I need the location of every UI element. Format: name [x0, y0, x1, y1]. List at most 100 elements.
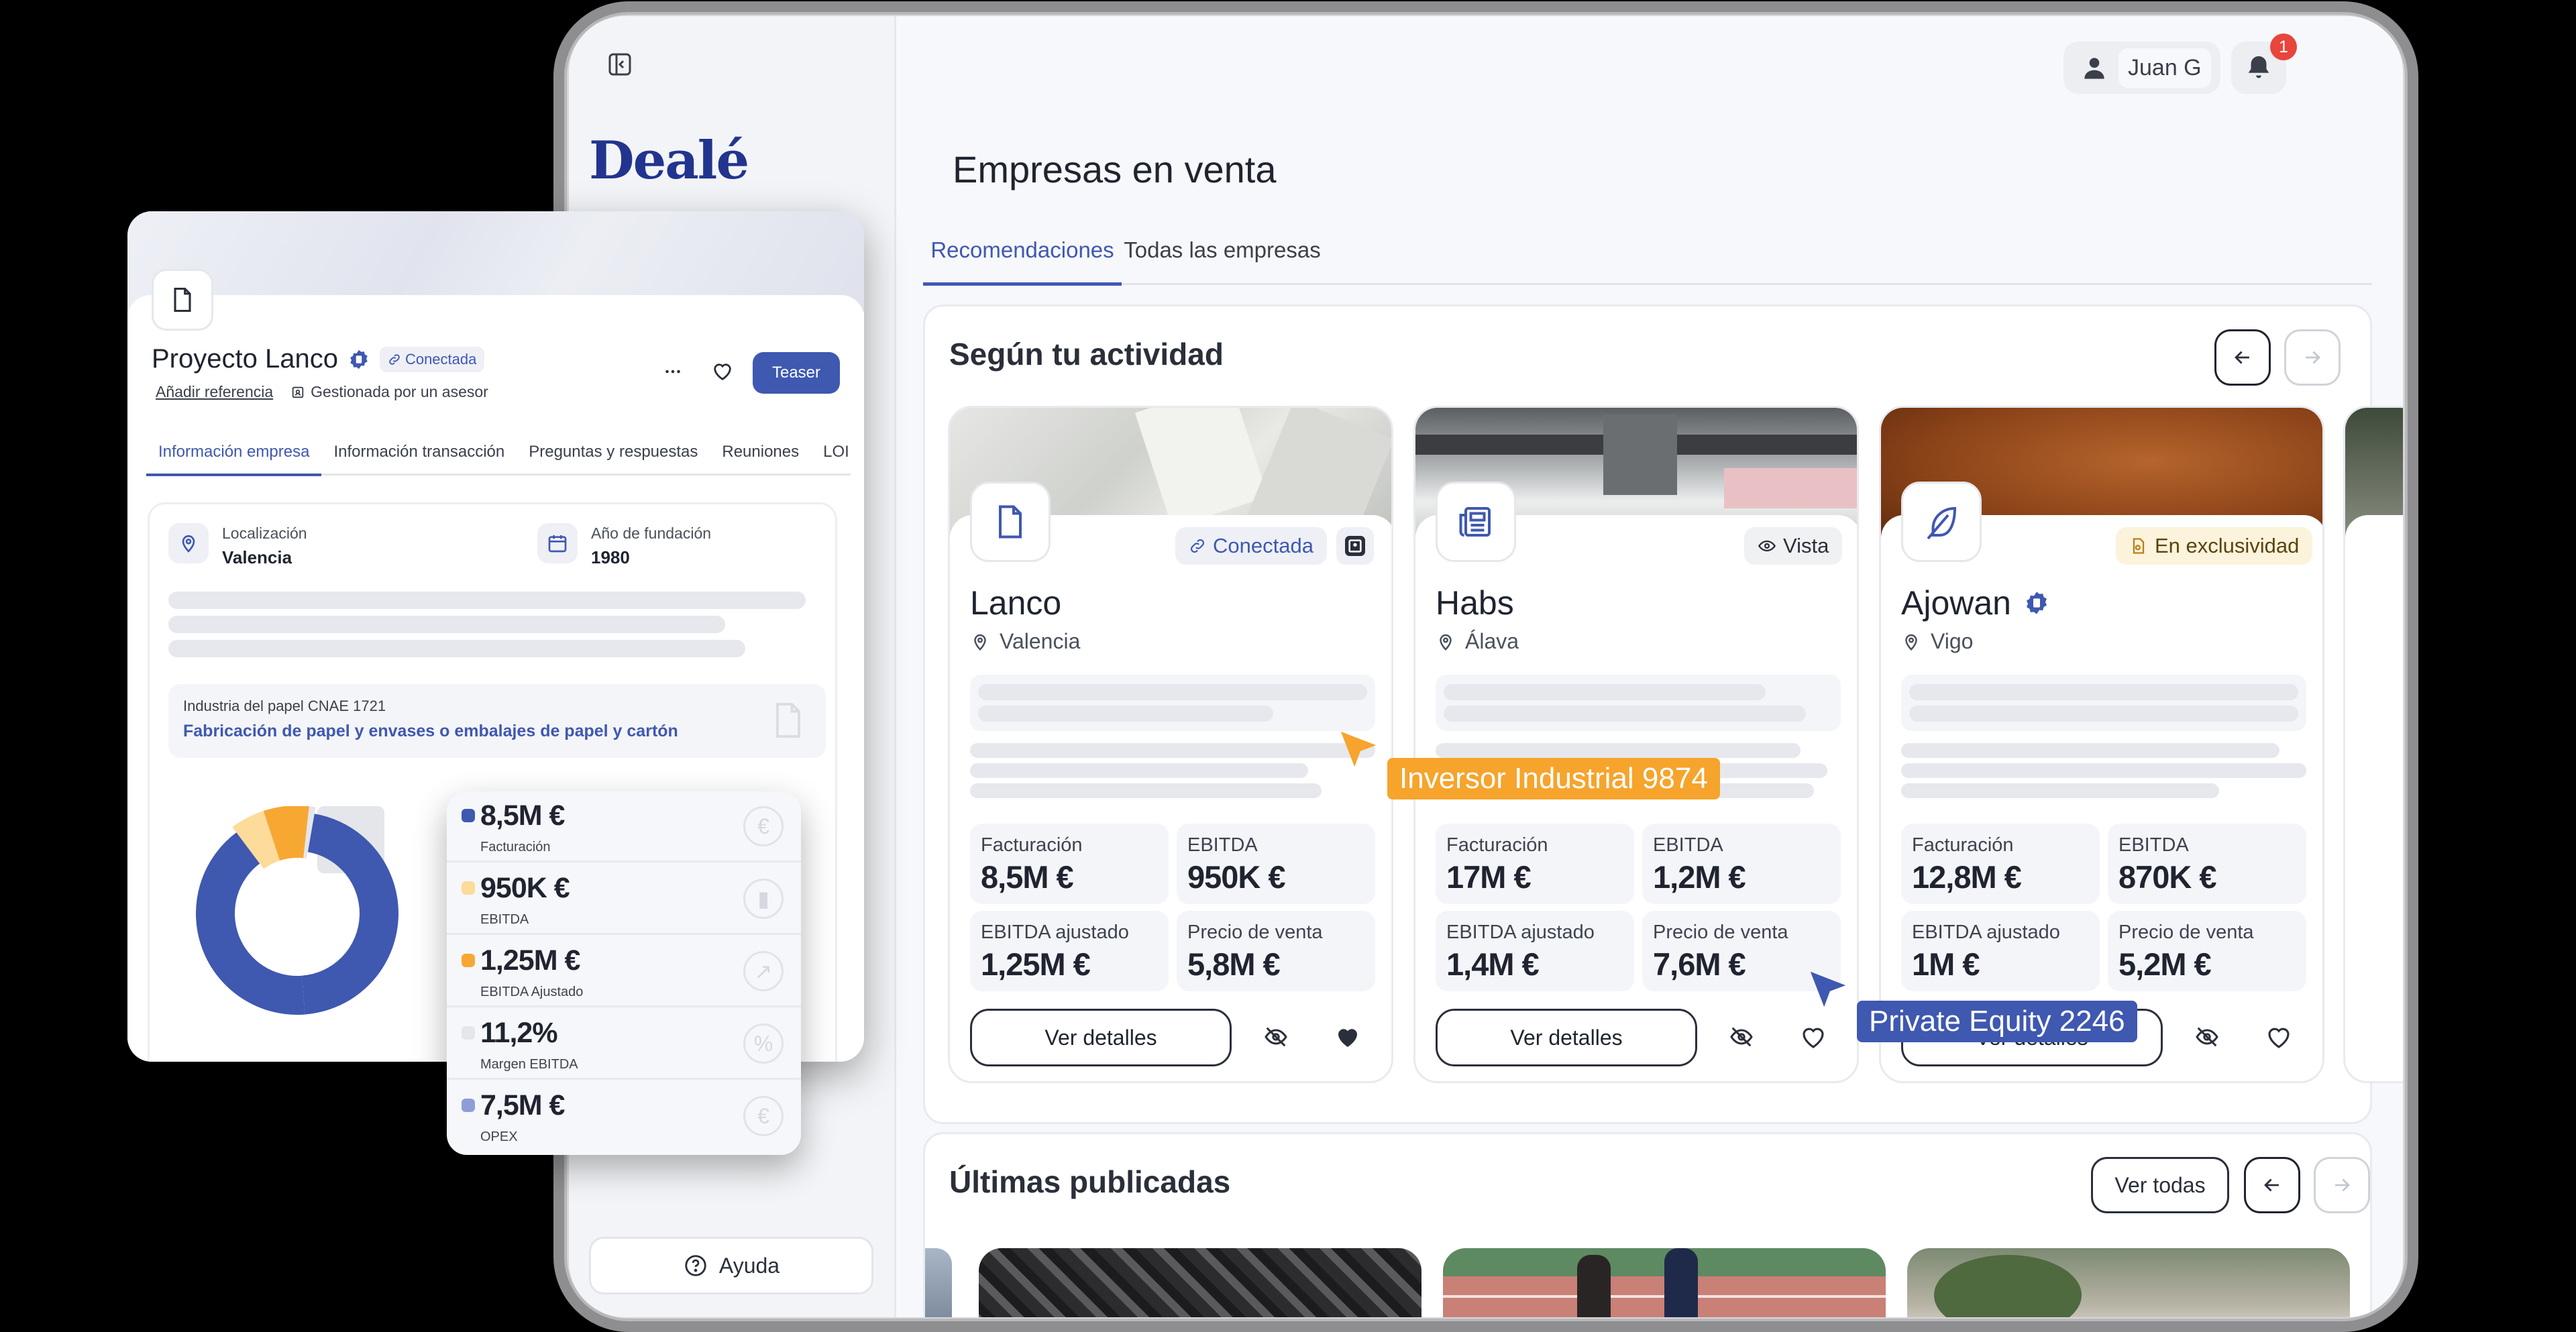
- arrow-left-icon: [2231, 346, 2254, 369]
- tab-todas-las-empresas[interactable]: Todas las empresas: [1122, 237, 1323, 286]
- metric-box: EBITDA ajustado 1M €: [1901, 911, 2100, 991]
- financial-row: 11,2% Margen EBITDA%: [447, 1009, 801, 1080]
- notification-badge: 1: [2270, 34, 2297, 60]
- latest-section: Últimas publicadas Ver todas: [923, 1132, 2372, 1317]
- text-placeholder: [1436, 743, 1801, 758]
- location-label: Localización: [222, 524, 307, 542]
- add-reference-link[interactable]: Añadir referencia: [156, 383, 273, 401]
- calendar-icon-box: [537, 523, 578, 563]
- donut-slice-margen-ebitda: [303, 806, 316, 859]
- industry-value: Fabricación de papel y envases o embalaj…: [183, 722, 678, 740]
- founded-label: Año de fundación: [591, 524, 712, 542]
- teaser-button[interactable]: Teaser: [753, 352, 840, 394]
- carousel-prev-button[interactable]: [2244, 1157, 2300, 1213]
- carousel-next-button[interactable]: [2284, 329, 2341, 386]
- location-pin-icon: [1901, 632, 1921, 652]
- company-avatar: [1436, 482, 1516, 562]
- card-cover-image: [925, 1248, 952, 1317]
- panel-tab-transaccion[interactable]: Información transacción: [321, 443, 517, 476]
- project-title: Proyecto Lanco: [152, 344, 338, 374]
- company-card-partial[interactable]: [2343, 406, 2403, 1083]
- link-icon: [388, 353, 401, 366]
- metric-label: EBITDA ajustado: [1912, 922, 2060, 943]
- carousel-next-button[interactable]: [2314, 1157, 2370, 1213]
- company-card[interactable]: Vista Habs Álava Facturación 17M € EBITDA…: [1413, 406, 1859, 1083]
- see-all-button[interactable]: Ver todas: [2091, 1157, 2229, 1213]
- location-label: Vigo: [1931, 629, 1974, 653]
- company-card[interactable]: En exclusividad Ajowan Vigo Facturación …: [1879, 406, 2324, 1083]
- metric-value: 8,5M €: [981, 859, 1074, 895]
- arrow-right-icon: [2301, 346, 2324, 369]
- location-label: Valencia: [1000, 629, 1081, 653]
- euro-icon: €: [743, 806, 784, 846]
- user-icon: [2080, 53, 2109, 82]
- project-title-row: Proyecto Lanco Conectada: [152, 344, 485, 374]
- location-label: Álava: [1465, 629, 1519, 653]
- cursor-label: Private Equity 2246: [1857, 1001, 2137, 1042]
- carousel-prev-button[interactable]: [2214, 329, 2271, 386]
- cursor-inversor: [1335, 726, 1382, 776]
- help-button[interactable]: Ayuda: [589, 1237, 873, 1294]
- company-avatar: [1901, 482, 1982, 562]
- metric-value: 5,8M €: [1187, 946, 1281, 982]
- financial-row: 8,5M € Facturación €: [447, 791, 801, 863]
- help-label: Ayuda: [718, 1253, 780, 1278]
- document-icon: [990, 502, 1030, 542]
- feather-icon: [1921, 502, 1962, 542]
- hide-icon[interactable]: [1728, 1023, 1755, 1050]
- cursor-private-equity: [1805, 966, 1851, 1016]
- see-details-button[interactable]: Ver detalles: [970, 1009, 1232, 1066]
- text-placeholder: [1901, 763, 2306, 778]
- financial-value: 8,5M €: [480, 799, 565, 832]
- industry-document-icon: [767, 696, 810, 744]
- heart-icon[interactable]: [711, 360, 734, 383]
- legend-swatch: [462, 1099, 475, 1112]
- arrow-right-icon: [2330, 1174, 2353, 1197]
- company-location: Vigo: [1901, 629, 1973, 654]
- tab-label: Todas las empresas: [1124, 237, 1321, 262]
- tab-recomendaciones[interactable]: Recomendaciones: [923, 237, 1122, 286]
- company-name: Habs: [1436, 584, 1514, 622]
- collapse-sidebar-icon[interactable]: [606, 51, 633, 78]
- panel-tab-empresa[interactable]: Información empresa: [146, 443, 322, 476]
- founded-value: 1980: [591, 547, 630, 567]
- industry-box: Industria del papel CNAE 1721 Fabricació…: [168, 684, 826, 758]
- financial-row: 7,5M € OPEX €: [447, 1081, 801, 1152]
- metric-value: 7,6M €: [1653, 946, 1746, 982]
- panel-tabs: Información empresa Información transacc…: [146, 443, 861, 476]
- company-card[interactable]: Conectada Lanco Valencia Facturación 8,5M: [948, 406, 1393, 1083]
- heart-filled-icon[interactable]: [1334, 1023, 1362, 1052]
- metric-value: 17M €: [1446, 859, 1532, 895]
- donut-slice-ebitda-ajustado: [263, 806, 309, 861]
- user-menu[interactable]: Juan G: [2063, 42, 2220, 94]
- link-icon: [1189, 537, 1206, 555]
- panel-tab-preguntas[interactable]: Preguntas y respuestas: [517, 443, 710, 476]
- heart-icon[interactable]: [2265, 1023, 2293, 1052]
- card-cover-image: [979, 1248, 1421, 1317]
- badge-label: En exclusividad: [2155, 534, 2300, 557]
- verified-badge-icon: [347, 348, 370, 371]
- metric-value: 950K €: [1187, 859, 1286, 895]
- metric-label: EBITDA: [2118, 834, 2189, 856]
- metric-label: Precio de venta: [1653, 922, 1788, 943]
- panel-tab-loi[interactable]: LOI: [811, 443, 861, 476]
- more-options-icon[interactable]: [661, 360, 684, 383]
- status-badge: En exclusividad: [2116, 527, 2313, 565]
- see-details-button[interactable]: Ver detalles: [1436, 1009, 1697, 1066]
- company-title-row: Ajowan: [1901, 584, 2050, 622]
- financial-value: 950K €: [480, 872, 570, 904]
- company-location: Álava: [1436, 629, 1519, 654]
- deale-logo[interactable]: Dealé: [589, 130, 749, 191]
- metric-box: Facturación 8,5M €: [970, 824, 1169, 904]
- financials-list: 8,5M € Facturación €950K € EBITDA ▮ 1,25M € EB…: [447, 791, 801, 1155]
- hide-icon[interactable]: [2194, 1023, 2220, 1050]
- metric-value: 1,25M €: [981, 946, 1091, 982]
- metric-box: EBITDA 1,2M €: [1642, 824, 1841, 904]
- hide-icon[interactable]: [1263, 1023, 1289, 1050]
- location-pin-icon: [1436, 632, 1456, 652]
- heart-icon[interactable]: [1799, 1023, 1827, 1052]
- panel-tab-reuniones[interactable]: Reuniones: [710, 443, 811, 476]
- metric-box: Facturación 17M €: [1436, 824, 1634, 904]
- metric-label: EBITDA: [1187, 834, 1258, 856]
- metric-box: EBITDA ajustado 1,25M €: [970, 911, 1169, 991]
